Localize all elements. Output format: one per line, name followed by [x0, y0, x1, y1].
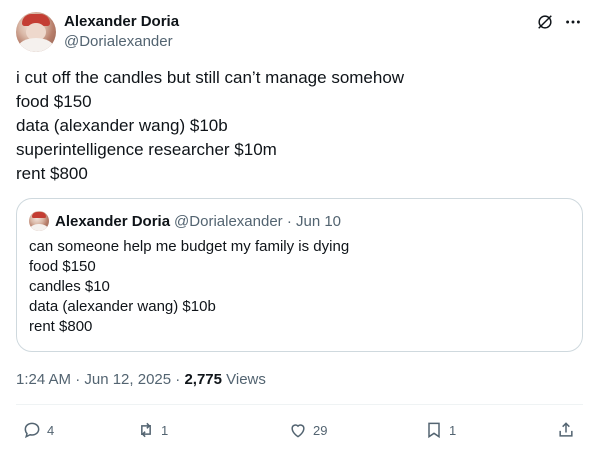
quoted-line: candles $10	[29, 278, 110, 295]
tweet-meta: 1:24 AM · Jun 12, 2025 · 2,775 Views	[16, 370, 266, 390]
tweet-line: rent $800	[16, 164, 88, 183]
views-label: Views	[221, 371, 266, 388]
quoted-author-avatar	[29, 211, 49, 231]
bookmark-count: 1	[449, 422, 457, 438]
reply-button[interactable]: 4	[22, 420, 54, 440]
quoted-author-meta: @Dorialexander · Jun 10	[174, 212, 342, 230]
reply-count: 4	[47, 422, 55, 438]
repost-count: 1	[161, 422, 169, 438]
quoted-line: data (alexander wang) $10b	[29, 298, 216, 315]
tweet-line: data (alexander wang) $10b	[16, 116, 228, 135]
quoted-line: rent $800	[29, 318, 93, 335]
author-info[interactable]: Alexander Doria @Dorialexander	[64, 12, 179, 52]
tweet-line: food $150	[16, 92, 92, 111]
reply-icon	[24, 422, 40, 439]
like-count: 29	[313, 422, 328, 438]
like-button[interactable]: 29	[288, 420, 327, 440]
tweet-line: i cut off the candles but still can’t ma…	[16, 68, 405, 87]
quoted-tweet-header: Alexander Doria @Dorialexander · Jun 10	[29, 211, 570, 231]
quoted-line: can someone help me budget my family is …	[29, 238, 350, 255]
more-icon[interactable]	[563, 12, 583, 32]
quoted-author-name: Alexander Doria	[55, 212, 171, 230]
tweet-text: i cut off the candles but still can’t ma…	[16, 66, 583, 186]
author-avatar[interactable]	[16, 12, 56, 52]
bookmark-icon	[428, 422, 440, 439]
quoted-tweet[interactable]: Alexander Doria @Dorialexander · Jun 10 …	[16, 198, 583, 352]
share-button[interactable]	[556, 420, 576, 440]
tweet-top-actions	[535, 12, 583, 32]
quoted-line: food $150	[29, 258, 96, 275]
share-icon	[559, 422, 573, 437]
views-count[interactable]: 2,775	[184, 371, 222, 388]
tweet-header: Alexander Doria @Dorialexander	[16, 12, 583, 54]
bookmark-button[interactable]: 1	[424, 420, 456, 440]
action-bar: 4 1 29 1	[16, 418, 583, 446]
author-handle[interactable]: @Dorialexander	[64, 32, 179, 52]
heart-icon	[291, 424, 305, 438]
quoted-tweet-text: can someone help me budget my family is …	[29, 237, 570, 337]
divider	[16, 404, 583, 405]
grok-icon[interactable]	[535, 12, 555, 32]
repost-icon	[141, 422, 151, 438]
author-display-name[interactable]: Alexander Doria	[64, 12, 179, 32]
tweet-line: superintelligence researcher $10m	[16, 140, 277, 159]
repost-button[interactable]: 1	[136, 420, 168, 440]
timestamp[interactable]: 1:24 AM · Jun 12, 2025 ·	[16, 371, 184, 388]
